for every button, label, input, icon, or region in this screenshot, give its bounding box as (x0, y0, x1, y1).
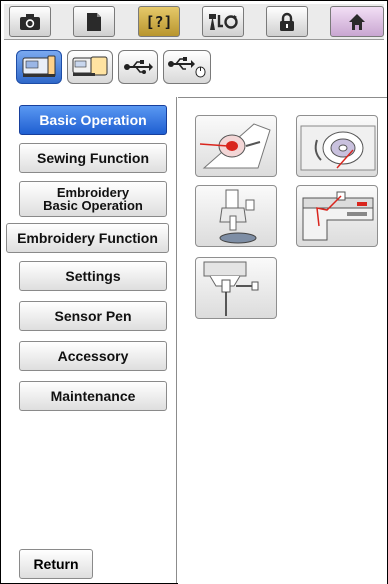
menu-label-line2: Basic Operation (43, 198, 143, 213)
top-toolbar: [?] (4, 4, 384, 40)
home-icon (349, 13, 365, 30)
help-icon: [?] (145, 12, 173, 31)
bobbin-case-icon (300, 125, 376, 171)
menu-maintenance[interactable]: Maintenance (19, 381, 167, 411)
needle-change-icon (203, 261, 259, 316)
menu-accessory[interactable]: Accessory (19, 341, 167, 371)
lock-icon (280, 12, 294, 31)
topic-bobbin-case[interactable] (296, 115, 378, 177)
return-button[interactable]: Return (19, 549, 93, 579)
topic-bobbin-winding[interactable] (195, 115, 277, 177)
menu-embroidery-basic-operation[interactable]: Embroidery Basic Operation (19, 181, 167, 217)
usb-mouse-tab[interactable] (163, 50, 211, 84)
upper-threading-icon (302, 191, 374, 241)
topic-presser-foot[interactable] (195, 185, 277, 247)
menu-embroidery-function[interactable]: Embroidery Function (6, 223, 169, 253)
home-button[interactable] (330, 6, 384, 37)
menu-sewing-function[interactable]: Sewing Function (19, 143, 167, 173)
usb-icon (124, 60, 153, 74)
sewing-mode-tab[interactable] (16, 50, 62, 84)
usb-tab[interactable] (118, 50, 158, 84)
document-icon (87, 12, 101, 31)
help-button[interactable]: [?] (138, 6, 180, 37)
thread-change-button[interactable] (202, 6, 244, 37)
category-menu: Basic Operation Sewing Function Embroide… (4, 97, 177, 583)
topic-upper-threading[interactable] (296, 185, 378, 247)
document-button[interactable] (73, 6, 115, 37)
bobbin-winding-icon (199, 123, 271, 169)
camera-button[interactable] (9, 6, 51, 37)
menu-sensor-pen[interactable]: Sensor Pen (19, 301, 167, 331)
embroidery-machine-icon (72, 56, 108, 76)
sewing-machine-icon (22, 55, 56, 77)
thread-change-icon (209, 13, 238, 30)
topic-grid (178, 97, 387, 584)
usb-mouse-icon (168, 57, 206, 78)
topic-needle-change[interactable] (195, 257, 277, 319)
menu-basic-operation[interactable]: Basic Operation (19, 105, 167, 135)
screen-frame: [?] Basic Operation Sewing Function Embr… (0, 0, 388, 584)
camera-icon (20, 13, 40, 30)
menu-settings[interactable]: Settings (19, 261, 167, 291)
lock-button[interactable] (266, 6, 308, 37)
embroidery-mode-tab[interactable] (67, 50, 113, 84)
presser-foot-icon (219, 189, 257, 244)
